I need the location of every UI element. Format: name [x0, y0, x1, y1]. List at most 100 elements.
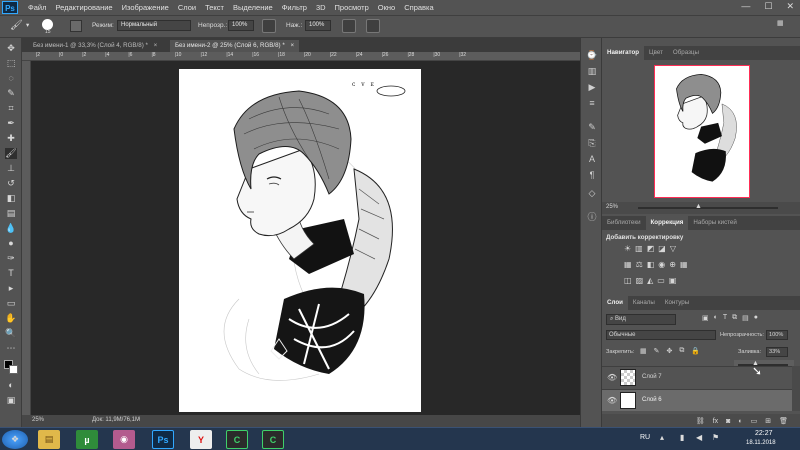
- quick-select-icon[interactable]: ✎: [5, 88, 17, 99]
- menu-select[interactable]: Выделение: [233, 3, 273, 12]
- layer-name[interactable]: Слой 6: [642, 397, 662, 403]
- hand-tool-icon[interactable]: ✋: [5, 313, 17, 324]
- brush-settings-icon[interactable]: ✎: [585, 122, 599, 134]
- mode-select[interactable]: Нормальный: [117, 20, 191, 31]
- actions-icon[interactable]: ▶: [585, 82, 599, 94]
- channel-mixer-icon[interactable]: ⊕: [669, 260, 676, 269]
- layer-name[interactable]: Слой 7: [642, 374, 662, 380]
- type-filter-icon[interactable]: T: [723, 314, 727, 322]
- photoshop-task-icon[interactable]: Ps: [152, 430, 174, 449]
- navigator-zoom-value[interactable]: 25%: [606, 204, 618, 210]
- paragraph-icon[interactable]: ¶: [585, 170, 599, 182]
- airbrush-icon[interactable]: [342, 19, 356, 33]
- photo-filter-icon[interactable]: ◉: [658, 260, 665, 269]
- media-player-icon[interactable]: ◉: [113, 430, 135, 449]
- lock-artboard-icon[interactable]: ⧉: [679, 347, 684, 355]
- layers-scrollbar[interactable]: [792, 366, 800, 411]
- crop-tool-icon[interactable]: ⌗: [5, 103, 17, 114]
- menu-view[interactable]: Просмотр: [335, 3, 369, 12]
- stamp-tool-icon[interactable]: ⊥: [5, 163, 17, 174]
- selective-color-icon[interactable]: ▣: [669, 276, 677, 285]
- posterize-icon[interactable]: ▨: [636, 276, 644, 285]
- chevron-right-icon[interactable]: ›: [138, 416, 140, 422]
- document-canvas[interactable]: ᴄ ᴠ ᴇ: [179, 69, 421, 412]
- minimize-button[interactable]: —: [741, 1, 750, 12]
- lock-transparency-icon[interactable]: ▦: [640, 347, 647, 355]
- add-mask-icon[interactable]: ◙: [726, 418, 730, 425]
- swatches-icon[interactable]: ▥: [585, 66, 599, 78]
- menu-layers[interactable]: Слои: [178, 3, 196, 12]
- menu-help[interactable]: Справка: [404, 3, 433, 12]
- navigator-zoom-slider[interactable]: [638, 207, 778, 209]
- smart-filter-icon[interactable]: ▤: [742, 314, 749, 322]
- navigator-thumbnail[interactable]: [654, 65, 750, 198]
- network-icon[interactable]: ▮: [680, 433, 684, 442]
- pixel-filter-icon[interactable]: ▣: [702, 314, 709, 322]
- history-brush-icon[interactable]: ↺: [5, 178, 17, 189]
- ruler-vertical[interactable]: [22, 61, 31, 415]
- dodge-tool-icon[interactable]: ●: [5, 238, 17, 249]
- language-indicator[interactable]: RU: [640, 434, 650, 441]
- trash-icon[interactable]: 🗑: [779, 417, 788, 425]
- toggle-filter-icon[interactable]: ●: [754, 314, 758, 322]
- status-zoom[interactable]: 25%: [32, 417, 44, 423]
- vibrance-icon[interactable]: ▽: [670, 244, 676, 253]
- more-tools-icon[interactable]: ⋯: [5, 343, 17, 354]
- volume-icon[interactable]: ◀: [696, 433, 702, 442]
- clock-date[interactable]: 18.11.2018: [746, 440, 776, 446]
- curves-icon[interactable]: ◩: [647, 244, 655, 253]
- slider-handle-icon[interactable]: ▲: [695, 203, 702, 210]
- move-tool-icon[interactable]: ✥: [5, 43, 17, 54]
- eye-icon[interactable]: 👁: [607, 373, 617, 382]
- marquee-tool-icon[interactable]: ⬚: [5, 58, 17, 69]
- tray-arrow-icon[interactable]: ▴: [660, 433, 664, 442]
- lock-pixels-icon[interactable]: ✎: [654, 347, 660, 355]
- chevron-down-icon[interactable]: ▾: [26, 21, 29, 29]
- lasso-tool-icon[interactable]: ◌: [5, 73, 17, 84]
- brush-tool-icon[interactable]: 🖌: [5, 148, 17, 159]
- link-layers-icon[interactable]: ⛓: [696, 417, 705, 425]
- hue-saturation-icon[interactable]: ▦: [624, 260, 632, 269]
- close-icon[interactable]: ×: [290, 42, 294, 49]
- menu-image[interactable]: Изображение: [122, 3, 169, 12]
- levels-icon[interactable]: ▥: [635, 244, 643, 253]
- lock-all-icon[interactable]: 🔒: [691, 347, 700, 355]
- tab-swatches[interactable]: Образцы: [668, 46, 704, 60]
- path-select-icon[interactable]: ▸: [5, 283, 17, 294]
- new-layer-icon[interactable]: ⊞: [765, 417, 771, 425]
- tab-channels[interactable]: Каналы: [628, 296, 660, 310]
- menu-text[interactable]: Текст: [205, 3, 224, 12]
- new-group-icon[interactable]: ▭: [751, 417, 758, 425]
- menu-3d[interactable]: 3D: [316, 3, 326, 12]
- info-icon[interactable]: ⓘ: [585, 210, 599, 222]
- layer-opacity-field[interactable]: 100%: [766, 330, 788, 340]
- blend-mode-select[interactable]: Обычные: [606, 330, 716, 340]
- fill-field[interactable]: 33%: [766, 347, 788, 357]
- opacity-field[interactable]: 100%: [228, 20, 254, 31]
- brush-tool-icon[interactable]: 🖌: [10, 20, 23, 31]
- glyphs-icon[interactable]: ◇: [585, 188, 599, 200]
- yandex-browser-icon[interactable]: Y: [190, 430, 212, 449]
- workspace-icon[interactable]: ▦: [777, 19, 791, 33]
- pressure-opacity-icon[interactable]: [262, 19, 276, 33]
- background-color-swatch[interactable]: [9, 365, 18, 374]
- color-balance-icon[interactable]: ⚖: [636, 260, 643, 269]
- tab-color[interactable]: Цвет: [644, 46, 668, 60]
- menu-filter[interactable]: Фильтр: [282, 3, 307, 12]
- tab-libraries[interactable]: Библиотеки: [602, 216, 646, 230]
- explorer-icon[interactable]: ▤: [38, 430, 60, 449]
- blur-tool-icon[interactable]: 💧: [5, 223, 17, 234]
- camtasia-icon[interactable]: C: [226, 430, 248, 449]
- tab-document-1[interactable]: Без имени-1 @ 33,3% (Слой 4, RGB/8) * ×: [28, 40, 162, 52]
- history-icon[interactable]: ⌚: [585, 50, 599, 62]
- tab-navigator[interactable]: Навигатор: [602, 46, 645, 60]
- eraser-tool-icon[interactable]: ◧: [5, 193, 17, 204]
- close-icon[interactable]: ×: [154, 42, 158, 49]
- shape-tool-icon[interactable]: ▭: [5, 298, 17, 309]
- adjustment-filter-icon[interactable]: ◐: [714, 314, 718, 322]
- layer-row[interactable]: 👁 Слой 7: [602, 366, 794, 388]
- layer-row-selected[interactable]: 👁 Слой 6: [602, 389, 794, 411]
- tab-paths[interactable]: Контуры: [660, 296, 694, 310]
- character-icon[interactable]: A: [585, 154, 599, 166]
- tab-document-2[interactable]: Без имени-2 @ 25% (Слой 6, RGB/8) * ×: [170, 40, 300, 52]
